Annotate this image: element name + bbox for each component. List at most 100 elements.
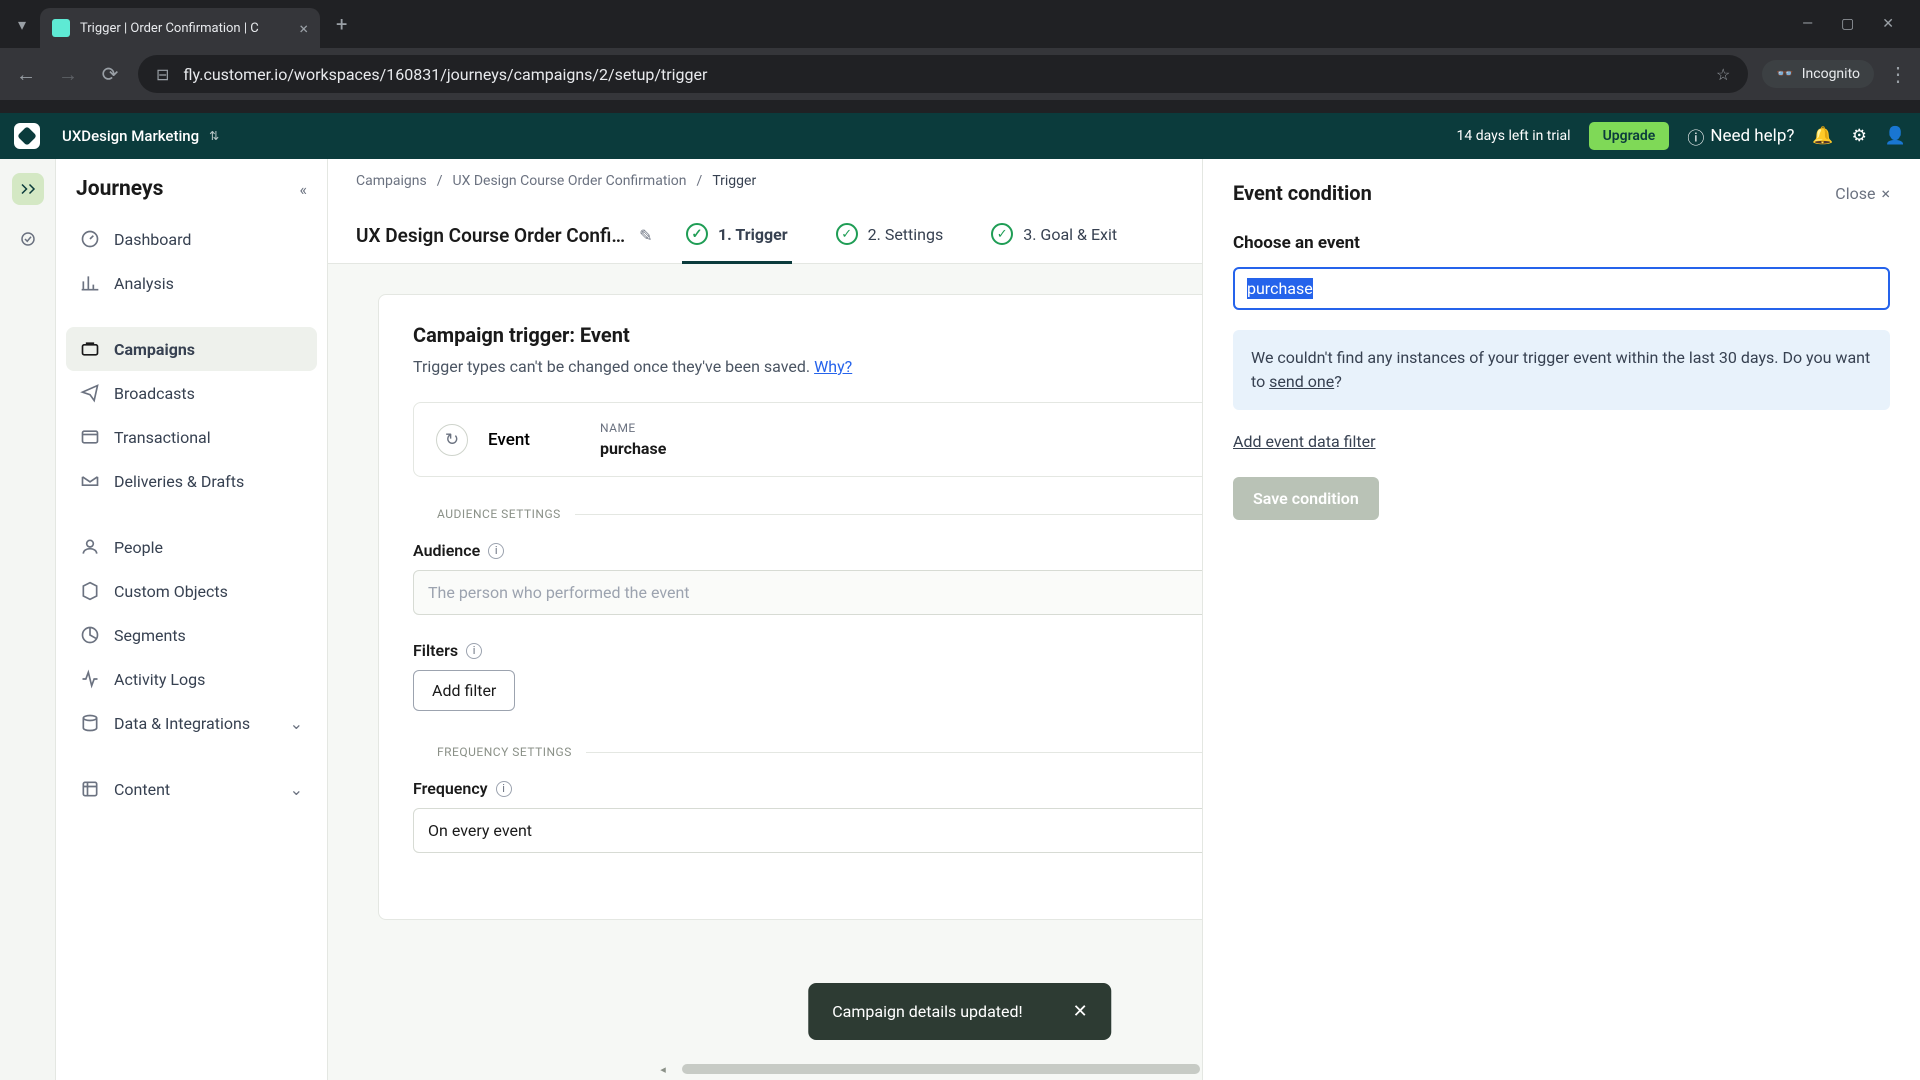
sidebar-item-label: Transactional: [114, 428, 211, 447]
scroll-left-icon[interactable]: ◂: [656, 1063, 670, 1076]
favicon: [52, 19, 70, 37]
event-name-input[interactable]: purchase: [1233, 267, 1890, 310]
account-icon[interactable]: 👤: [1885, 126, 1906, 146]
window-controls: ― ▢ ✕: [1802, 16, 1912, 32]
rail-journeys-icon[interactable]: [12, 173, 44, 205]
sidebar-item-label: Segments: [114, 626, 186, 645]
sidebar-item-label: People: [114, 538, 163, 557]
sidebar-item-label: Broadcasts: [114, 384, 195, 403]
help-icon: ⓘ: [1687, 124, 1704, 149]
info-icon[interactable]: i: [496, 781, 512, 797]
save-condition-button[interactable]: Save condition: [1233, 477, 1379, 520]
info-icon[interactable]: i: [488, 543, 504, 559]
minimize-icon[interactable]: ―: [1802, 16, 1813, 32]
frequency-label: Frequency: [413, 779, 488, 798]
bookmark-icon[interactable]: ☆: [1716, 65, 1730, 84]
sidebar-item-analysis[interactable]: Analysis: [66, 261, 317, 305]
sidebar-title: Journeys: [76, 177, 163, 201]
segments-icon: [80, 625, 100, 645]
transactional-icon: [80, 427, 100, 447]
workspace-switcher[interactable]: UXDesign Marketing ⇅: [62, 127, 219, 145]
breadcrumb-link[interactable]: Campaigns: [356, 173, 427, 189]
deliveries-icon: [80, 471, 100, 491]
sidebar-item-transactional[interactable]: Transactional: [66, 415, 317, 459]
close-window-icon[interactable]: ✕: [1882, 16, 1894, 32]
send-one-link[interactable]: send one: [1269, 372, 1334, 391]
filters-label: Filters: [413, 641, 458, 660]
event-condition-panel: Event condition Close × Choose an event …: [1202, 159, 1920, 1080]
sidebar-item-segments[interactable]: Segments: [66, 613, 317, 657]
address-bar[interactable]: ⊟ fly.customer.io/workspaces/160831/jour…: [138, 55, 1748, 93]
help-label: Need help?: [1710, 126, 1794, 146]
workspace-name: UXDesign Marketing: [62, 127, 199, 145]
sidebar-item-label: Custom Objects: [114, 582, 228, 601]
tab-close-icon[interactable]: ×: [299, 19, 308, 38]
sidebar-item-data-integrations[interactable]: Data & Integrations ⌄: [66, 701, 317, 745]
sidebar-item-custom-objects[interactable]: Custom Objects: [66, 569, 317, 613]
sidebar-item-activity[interactable]: Activity Logs: [66, 657, 317, 701]
sidebar-item-dashboard[interactable]: Dashboard: [66, 217, 317, 261]
event-name-value: purchase: [600, 439, 666, 458]
browser-tab[interactable]: Trigger | Order Confirmation | C ×: [40, 8, 320, 48]
notifications-icon[interactable]: 🔔: [1812, 126, 1833, 146]
toast-message: Campaign details updated!: [832, 1002, 1022, 1021]
sidebar-item-broadcasts[interactable]: Broadcasts: [66, 371, 317, 415]
data-icon: [80, 713, 100, 733]
step-goal-exit[interactable]: ✓ 3. Goal & Exit: [987, 207, 1121, 263]
sidebar-item-people[interactable]: People: [66, 525, 317, 569]
sidebar: Journeys « Dashboard Analysis Campaigns …: [56, 159, 328, 1080]
incognito-badge[interactable]: 👓 Incognito: [1762, 60, 1874, 88]
step-settings[interactable]: ✓ 2. Settings: [832, 207, 948, 263]
sidebar-item-deliveries[interactable]: Deliveries & Drafts: [66, 459, 317, 503]
sidebar-item-campaigns[interactable]: Campaigns: [66, 327, 317, 371]
forward-button[interactable]: →: [54, 62, 82, 87]
event-not-found-notice: We couldn't find any instances of your t…: [1233, 330, 1890, 410]
trial-status: 14 days left in trial: [1457, 128, 1571, 144]
sidebar-item-content[interactable]: Content ⌄: [66, 767, 317, 811]
input-value: purchase: [1247, 278, 1313, 299]
horizontal-scrollbar[interactable]: ◂: [656, 1062, 1200, 1076]
why-link[interactable]: Why?: [814, 357, 852, 376]
tab-search-dropdown[interactable]: ▾: [8, 10, 36, 38]
breadcrumb-link[interactable]: UX Design Course Order Confirmation: [453, 173, 687, 189]
app: UXDesign Marketing ⇅ 14 days left in tri…: [0, 113, 1920, 1080]
check-icon: ✓: [686, 223, 708, 245]
upgrade-button[interactable]: Upgrade: [1589, 122, 1670, 150]
sidebar-item-label: Dashboard: [114, 230, 191, 249]
toast-notification: Campaign details updated! ✕: [808, 983, 1111, 1040]
maximize-icon[interactable]: ▢: [1841, 16, 1854, 32]
chevron-down-icon: ⌄: [290, 714, 303, 733]
app-logo[interactable]: [14, 123, 40, 149]
add-event-filter-link[interactable]: Add event data filter: [1233, 432, 1376, 451]
step-trigger[interactable]: ✓ 1. Trigger: [682, 207, 792, 263]
tab-title: Trigger | Order Confirmation | C: [80, 21, 289, 36]
page-title: UX Design Course Order Confi…: [356, 224, 625, 247]
settings-icon[interactable]: ⚙: [1852, 126, 1867, 146]
site-info-icon[interactable]: ⊟: [156, 65, 169, 84]
url-text: fly.customer.io/workspaces/160831/journe…: [183, 65, 707, 84]
reload-button[interactable]: ⟳: [96, 62, 124, 86]
help-button[interactable]: ⓘ Need help?: [1687, 124, 1794, 149]
browser-menu-icon[interactable]: ⋮: [1888, 62, 1908, 86]
check-icon: ✓: [991, 223, 1013, 245]
toast-close-icon[interactable]: ✕: [1073, 1001, 1088, 1022]
section-label: AUDIENCE SETTINGS: [437, 507, 561, 521]
sidebar-item-label: Campaigns: [114, 340, 195, 359]
new-tab-button[interactable]: +: [324, 12, 359, 36]
collapse-sidebar-icon[interactable]: «: [299, 180, 307, 199]
panel-close-button[interactable]: Close ×: [1835, 184, 1890, 203]
info-icon[interactable]: i: [466, 643, 482, 659]
check-icon: ✓: [836, 223, 858, 245]
audience-label: Audience: [413, 541, 480, 560]
left-rail: [0, 159, 56, 1080]
add-filter-button[interactable]: Add filter: [413, 670, 515, 711]
back-button[interactable]: ←: [12, 62, 40, 87]
section-label: FREQUENCY SETTINGS: [437, 745, 572, 759]
step-label: 2. Settings: [868, 225, 944, 244]
broadcasts-icon: [80, 383, 100, 403]
edit-title-icon[interactable]: ✎: [639, 226, 652, 245]
chevron-down-icon: ⌄: [290, 780, 303, 799]
sidebar-item-label: Deliveries & Drafts: [114, 472, 244, 491]
rail-secondary-icon[interactable]: [12, 223, 44, 255]
panel-title: Event condition: [1233, 181, 1372, 205]
